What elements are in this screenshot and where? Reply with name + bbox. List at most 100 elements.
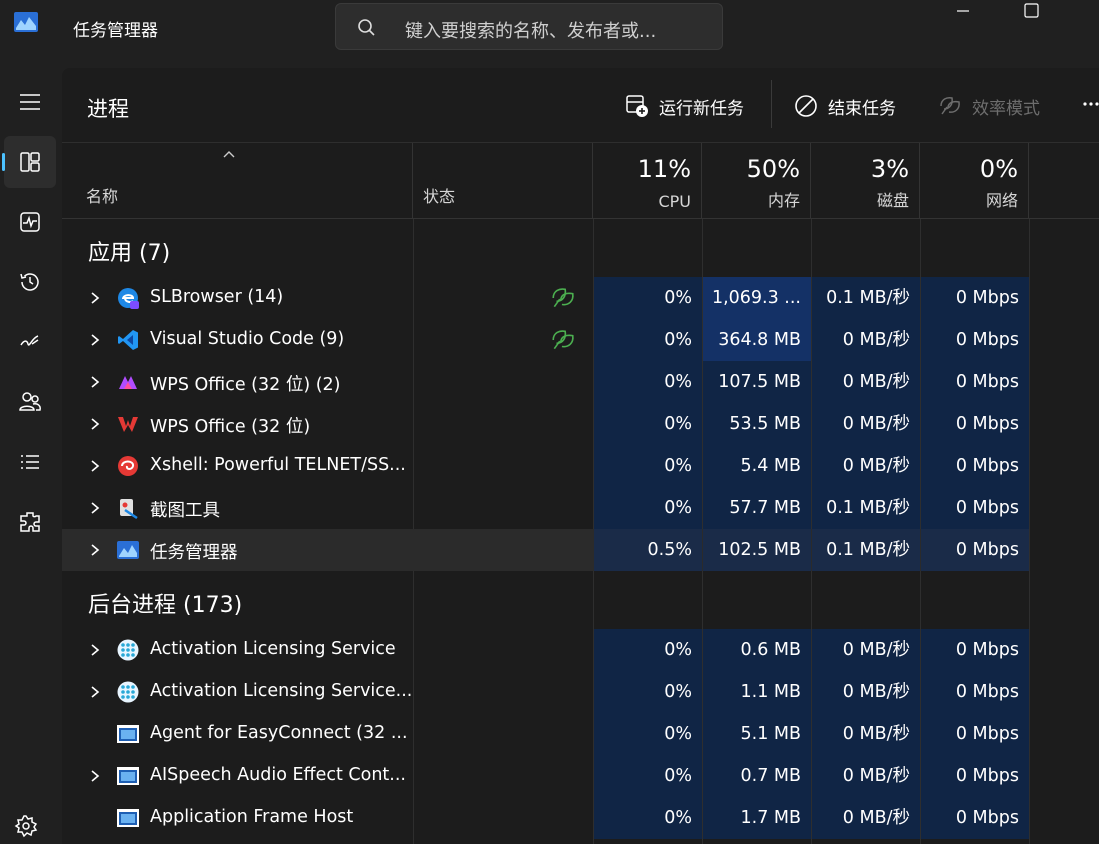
process-row[interactable]: Visual Studio Code (9) 0% 364.8 MB 0 MB/秒 0 … [62, 319, 1029, 361]
network-cell: 0 Mbps [921, 361, 1029, 403]
chevron-right-icon[interactable] [90, 543, 100, 557]
run-new-task-label: 运行新任务 [659, 98, 744, 119]
network-cell: 0 Mbps [921, 713, 1029, 755]
network-label: 网络 [985, 191, 1018, 210]
column-header-status[interactable]: 状态 [413, 143, 593, 219]
cpu-cell: 0% [594, 797, 702, 839]
nav-item-app-history[interactable] [4, 256, 56, 308]
process-row[interactable]: SLBrowser (14) 0% 1,069.3 ... 0.1 MB/秒 0 Mbp… [62, 277, 1029, 319]
network-cell: 0 Mbps [921, 671, 1029, 713]
process-row[interactable]: Application Frame Host 0% 1.7 MB 0 MB/秒 0 Mb… [62, 797, 1029, 839]
process-row[interactable]: Agent for EasyConnect (32 ... 0% 5.1 MB 0 M… [62, 713, 1029, 755]
memory-cell: 53.5 MB [703, 403, 811, 445]
nav-item-processes[interactable] [2, 136, 56, 188]
process-name: SLBrowser (14) [150, 287, 284, 307]
disk-cell: 0 MB/秒 [812, 403, 920, 445]
sort-ascending-icon [223, 151, 235, 158]
chevron-right-icon[interactable] [90, 769, 100, 783]
network-cell: 0 Mbps [921, 529, 1029, 571]
column-header-disk[interactable]: 3% 磁盘 [811, 143, 920, 219]
chevron-right-icon[interactable] [90, 501, 100, 515]
nav-item-performance[interactable] [4, 196, 56, 248]
cpu-cell: 0% [594, 445, 702, 487]
network-total-percent: 0% [979, 155, 1018, 183]
cpu-cell: 0% [594, 277, 702, 319]
process-row[interactable]: Xshell: Powerful TELNET/SS... 0% 5.4 MB 0 M… [62, 445, 1029, 487]
chevron-right-icon[interactable] [90, 685, 100, 699]
process-name: Activation Licensing Service... [150, 681, 413, 701]
memory-cell: 1.1 MB [703, 671, 811, 713]
process-row[interactable]: WPS Office (32 位) (2) 0% 107.5 MB 0 MB/秒 0 M… [62, 361, 1029, 403]
chevron-right-icon[interactable] [90, 643, 100, 657]
run-new-task-icon [626, 95, 648, 117]
network-cell: 0 Mbps [921, 755, 1029, 797]
nav-menu-button[interactable] [4, 76, 56, 128]
settings-icon[interactable] [14, 814, 38, 838]
process-row[interactable]: 截图工具 0% 57.7 MB 0.1 MB/秒 0 Mbps [62, 487, 1029, 529]
cpu-cell: 0% [594, 403, 702, 445]
group-title: 后台进程 (173) [88, 593, 243, 618]
app-history-icon [20, 273, 39, 291]
process-name: Visual Studio Code (9) [150, 329, 345, 349]
task-manager-app-icon [14, 12, 38, 32]
window-app-icon [117, 767, 139, 785]
cpu-cell: 0% [594, 671, 702, 713]
network-cell: 0 Mbps [921, 277, 1029, 319]
nav-item-users[interactable] [4, 376, 56, 428]
memory-cell: 1.7 MB [703, 797, 811, 839]
end-task-button[interactable]: 结束任务 [794, 86, 896, 126]
disk-cell: 0.1 MB/秒 [812, 487, 920, 529]
search-icon [358, 19, 375, 36]
column-header-name[interactable]: 名称 [62, 143, 413, 219]
disk-cell: 0 MB/秒 [812, 319, 920, 361]
network-cell: 0 Mbps [921, 403, 1029, 445]
efficiency-mode-label: 效率模式 [972, 98, 1040, 119]
minimize-button[interactable] [940, 0, 986, 24]
column-header-network[interactable]: 0% 网络 [920, 143, 1029, 219]
column-header-memory[interactable]: 50% 内存 [702, 143, 811, 219]
process-name: WPS Office (32 位) [150, 417, 311, 437]
disk-cell: 0 MB/秒 [812, 755, 920, 797]
menu-icon [20, 94, 40, 110]
memory-cell: 5.1 MB [703, 713, 811, 755]
process-row[interactable]: 任务管理器 0.5% 102.5 MB 0.1 MB/秒 0 Mbps [62, 529, 1029, 571]
process-row[interactable]: WPS Office (32 位) 0% 53.5 MB 0 MB/秒 0 Mbps [62, 403, 1029, 445]
process-name: WPS Office (32 位) (2) [150, 375, 341, 395]
disk-cell: 0 MB/秒 [812, 361, 920, 403]
column-header-cpu[interactable]: 11% CPU [593, 143, 702, 219]
chevron-right-icon[interactable] [90, 459, 100, 473]
end-task-icon [795, 95, 817, 117]
vscode-icon [118, 330, 138, 350]
chevron-right-icon[interactable] [90, 417, 100, 431]
disk-total-percent: 3% [870, 155, 909, 183]
wps-icon [118, 417, 138, 432]
processes-icon [20, 152, 40, 172]
more-options-icon[interactable] [1082, 94, 1099, 114]
efficiency-leaf-icon [940, 97, 960, 115]
maximize-button[interactable] [1008, 0, 1054, 24]
memory-cell: 0.6 MB [703, 629, 811, 671]
process-name: Application Frame Host [150, 807, 354, 827]
chevron-right-icon[interactable] [90, 375, 100, 389]
users-icon [19, 392, 41, 411]
search-input[interactable]: 键入要搜索的名称、发布者或... [335, 3, 723, 50]
nav-item-startup[interactable] [4, 316, 56, 368]
startup-icon [20, 335, 39, 346]
group-title: 应用 (7) [88, 241, 171, 266]
run-new-task-button[interactable]: 运行新任务 [625, 86, 744, 126]
app-title: 任务管理器 [73, 21, 158, 41]
process-name: Activation Licensing Service [150, 639, 396, 659]
nav-item-details[interactable] [4, 436, 56, 488]
process-row[interactable]: Activation Licensing Service 0% 0.6 MB 0 MB… [62, 629, 1029, 671]
process-name: Agent for EasyConnect (32 ... [150, 723, 408, 743]
service-icon [117, 681, 139, 703]
memory-total-percent: 50% [746, 155, 800, 183]
process-row[interactable]: Activation Licensing Service... 0% 1.1 MB 0… [62, 671, 1029, 713]
chevron-right-icon[interactable] [90, 291, 100, 305]
chevron-right-icon[interactable] [90, 333, 100, 347]
process-name: Xshell: Powerful TELNET/SS... [150, 455, 406, 475]
efficiency-mode-button[interactable]: 效率模式 [938, 86, 1040, 126]
process-name: AISpeech Audio Effect Cont... [150, 765, 406, 785]
process-row[interactable]: AISpeech Audio Effect Cont... 0% 0.7 MB 0 M… [62, 755, 1029, 797]
nav-item-services[interactable] [4, 496, 56, 548]
